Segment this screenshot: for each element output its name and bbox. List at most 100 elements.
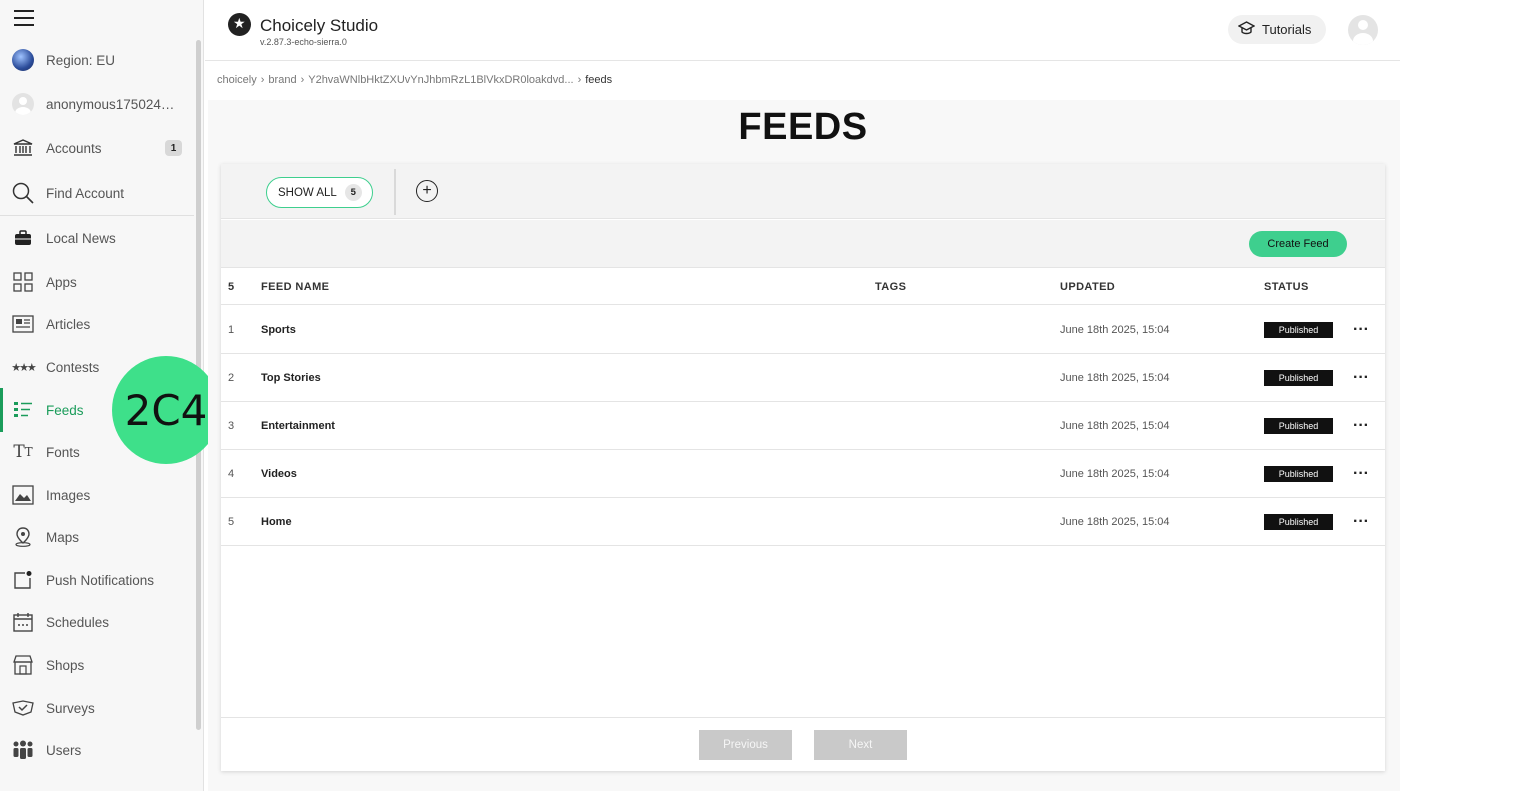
status-badge: Published <box>1264 417 1333 434</box>
survey-icon <box>0 700 46 716</box>
annotation-marker: 2C4 <box>112 356 220 464</box>
sidebar-item-find-account[interactable]: Find Account <box>0 171 194 215</box>
globe-icon <box>0 49 46 71</box>
feeds-card: SHOW ALL 5 + Create Feed 5 FEED NAME TAG… <box>221 164 1385 771</box>
status-cell: Published <box>1264 306 1333 353</box>
header-updated[interactable]: UPDATED <box>1060 269 1115 304</box>
choicely-logo-icon <box>228 13 251 36</box>
status-badge: Published <box>1264 321 1333 338</box>
tutorials-label: Tutorials <box>1262 22 1312 37</box>
avatar[interactable] <box>1348 15 1378 45</box>
tutorials-button[interactable]: Tutorials <box>1228 15 1326 44</box>
table-header: 5 FEED NAME TAGS UPDATED STATUS <box>221 269 1385 305</box>
more-options-icon[interactable]: ··· <box>1353 498 1369 545</box>
sidebar-item-label: Shops <box>46 657 85 673</box>
search-icon <box>0 182 46 204</box>
status-badge: Published <box>1264 369 1333 386</box>
status-cell: Published <box>1264 354 1333 401</box>
sidebar-item-label: Feeds <box>46 402 84 418</box>
sidebar-item-surveys[interactable]: Surveys <box>0 686 194 730</box>
total-count: 5 <box>228 280 235 293</box>
app-title: Choicely Studio <box>260 16 379 35</box>
article-icon <box>0 315 46 333</box>
sidebar-item-images[interactable]: Images <box>0 473 194 517</box>
feed-name[interactable]: Sports <box>261 306 296 353</box>
row-number: 4 <box>228 467 235 480</box>
more-options-icon[interactable]: ··· <box>1353 354 1369 401</box>
status-cell: Published <box>1264 498 1333 545</box>
updated-date: June 18th 2025, 15:04 <box>1060 419 1170 432</box>
page-title: FEEDS <box>738 106 868 148</box>
sidebar-item-label: Schedules <box>46 614 110 630</box>
breadcrumb-separator: › <box>260 74 265 86</box>
updated-date: June 18th 2025, 15:04 <box>1060 515 1170 528</box>
sidebar-item-apps[interactable]: Apps <box>0 260 194 304</box>
show-all-filter[interactable]: SHOW ALL 5 <box>266 177 373 208</box>
status-cell: Published <box>1264 402 1333 449</box>
calendar-icon <box>0 612 46 632</box>
sidebar-item-label: Maps <box>46 529 80 545</box>
map-pin-icon <box>0 527 46 547</box>
header-feed-name[interactable]: FEED NAME <box>261 269 329 304</box>
app-version: v.2.87.3-echo-sierra.0 <box>260 37 347 47</box>
next-button[interactable]: Next <box>814 730 907 760</box>
add-filter-icon[interactable]: + <box>416 180 438 202</box>
previous-button[interactable]: Previous <box>699 730 792 760</box>
sidebar-item-label: Images <box>46 487 91 503</box>
more-options-icon[interactable]: ··· <box>1353 402 1369 449</box>
table-row[interactable]: 4 Videos June 18th 2025, 15:04 Published… <box>221 450 1385 498</box>
sidebar-item-label: Fonts <box>46 444 80 460</box>
sidebar-item-maps[interactable]: Maps <box>0 515 194 559</box>
sidebar-item-label: Contests <box>46 359 100 375</box>
sidebar-item-local-news[interactable]: Local News <box>0 216 194 260</box>
sidebar-item-articles[interactable]: Articles <box>0 302 194 346</box>
header-tags: TAGS <box>875 280 907 293</box>
sidebar-item-label: Surveys <box>46 700 95 716</box>
filter-divider <box>394 169 396 215</box>
breadcrumb-separator: › <box>577 74 582 86</box>
sidebar-item-label: Find Account <box>46 185 125 201</box>
app-header: Choicely Studio v.2.87.3-echo-sierra.0 T… <box>205 0 1400 61</box>
breadcrumb-choicely[interactable]: choicely <box>217 74 257 86</box>
create-feed-button[interactable]: Create Feed <box>1249 231 1347 257</box>
breadcrumb-brand[interactable]: brand <box>268 74 296 86</box>
sidebar-item-label: Users <box>46 742 82 758</box>
user-label: anonymous1750248… <box>46 96 181 112</box>
table-row[interactable]: 3 Entertainment June 18th 2025, 15:04 Pu… <box>221 402 1385 450</box>
show-all-label: SHOW ALL <box>278 186 337 199</box>
sidebar-item-users[interactable]: Users <box>0 728 194 772</box>
user-account[interactable]: anonymous1750248… <box>0 82 194 126</box>
table-row[interactable]: 1 Sports June 18th 2025, 15:04 Published… <box>221 306 1385 354</box>
font-icon: TT <box>13 442 33 462</box>
users-icon <box>0 740 46 760</box>
sidebar-item-label: Apps <box>46 274 77 290</box>
row-number: 5 <box>228 515 235 528</box>
feed-name[interactable]: Top Stories <box>261 354 321 401</box>
header-status[interactable]: STATUS <box>1264 269 1309 304</box>
sidebar-item-label: Push Notifications <box>46 572 155 588</box>
stars-icon: ★★★ <box>11 361 37 374</box>
sidebar-item-accounts[interactable]: Accounts 1 <box>0 126 194 170</box>
sidebar-item-shops[interactable]: Shops <box>0 643 194 687</box>
table-row[interactable]: 5 Home June 18th 2025, 15:04 Published ·… <box>221 498 1385 546</box>
feed-name[interactable]: Videos <box>261 450 297 497</box>
breadcrumb-brand-id[interactable]: Y2hvaWNlbHktZXUvYnJhbmRzL1BlVkxDR0loakdv… <box>308 74 573 86</box>
row-number: 3 <box>228 419 235 432</box>
sidebar-item-push-notifications[interactable]: Push Notifications <box>0 558 194 602</box>
menu-icon[interactable] <box>14 10 34 28</box>
region-selector[interactable]: Region: EU <box>0 38 194 82</box>
more-options-icon[interactable]: ··· <box>1353 306 1369 353</box>
table-row[interactable]: 2 Top Stories June 18th 2025, 15:04 Publ… <box>221 354 1385 402</box>
filter-bar: SHOW ALL 5 + <box>221 164 1385 219</box>
more-options-icon[interactable]: ··· <box>1353 450 1369 497</box>
region-label: Region: EU <box>46 52 116 68</box>
feed-name[interactable]: Home <box>261 498 292 545</box>
shop-icon <box>0 655 46 675</box>
feed-name[interactable]: Entertainment <box>261 402 335 449</box>
pagination: Previous Next <box>221 717 1385 771</box>
graduation-cap-icon <box>1237 21 1256 38</box>
sidebar-item-label: Accounts <box>46 140 102 156</box>
grid-icon <box>0 272 46 292</box>
sidebar-item-schedules[interactable]: Schedules <box>0 600 194 644</box>
status-badge: Published <box>1264 465 1333 482</box>
